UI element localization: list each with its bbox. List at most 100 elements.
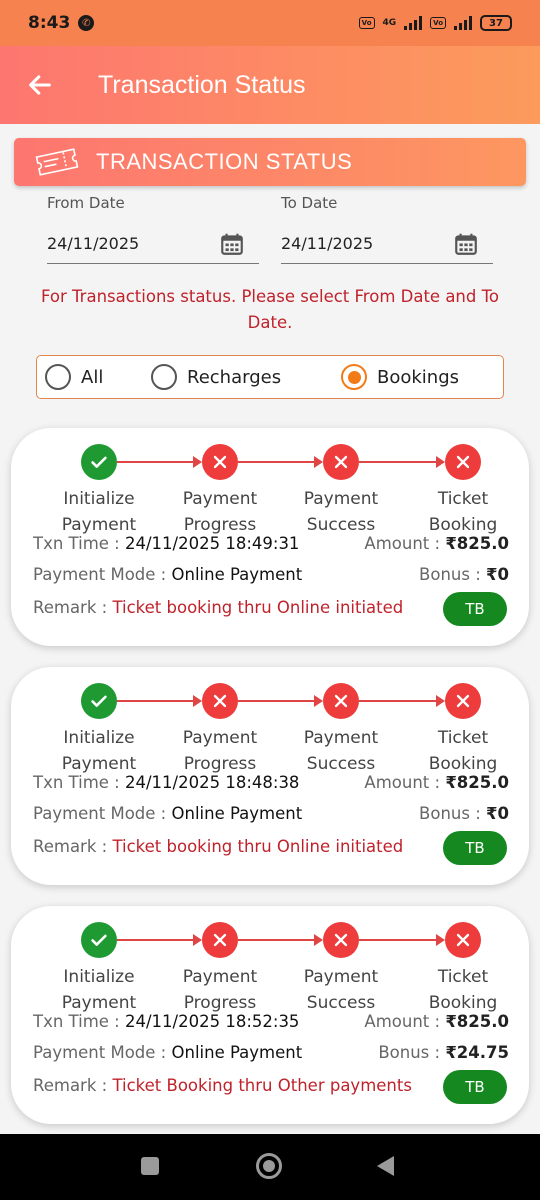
battery-icon: 37 (480, 15, 512, 31)
step-label: Payment Success (281, 486, 401, 538)
txn-time-label: Txn Time : (33, 773, 120, 792)
radio-circle[interactable] (151, 364, 177, 390)
bonus-value: ₹0 (486, 804, 509, 823)
progress-step: Payment Progress (160, 444, 280, 538)
amount-value: ₹825.0 (445, 1012, 509, 1031)
back-nav-button[interactable] (374, 1154, 396, 1178)
step-label: Payment Success (281, 725, 401, 777)
step-status-icon (445, 444, 481, 480)
step-status-icon (202, 922, 238, 958)
tb-badge-button[interactable]: TB (443, 1070, 507, 1104)
cross-icon (456, 455, 470, 469)
step-status-icon (323, 683, 359, 719)
step-status-icon (323, 444, 359, 480)
step-status-icon (81, 922, 117, 958)
progress-step: Payment Success (281, 444, 401, 538)
progress-step: Ticket Booking (403, 444, 523, 538)
volte-icon: Vo (358, 17, 375, 29)
from-date-field[interactable]: From Date 24/11/2025 (47, 190, 259, 264)
step-label: Ticket Booking (403, 486, 523, 538)
step-status-icon (445, 683, 481, 719)
remark-label: Remark : (33, 1076, 108, 1095)
step-label-line: Payment (303, 967, 379, 987)
progress-step: Ticket Booking (403, 922, 523, 1016)
to-date-label: To Date (281, 194, 338, 212)
step-status-icon (202, 444, 238, 480)
progress-step: Initialize Payment (39, 683, 159, 777)
step-label: Initialize Payment (39, 964, 159, 1016)
radio-recharges[interactable]: Recharges (151, 364, 281, 390)
payment-mode-label: Payment Mode : (33, 565, 167, 584)
txn-row-1: Txn Time : 24/11/2025 18:52:35 Amount : ₹… (33, 1012, 509, 1031)
cross-icon (213, 933, 227, 947)
step-status-icon (81, 444, 117, 480)
status-time: 8:43 (28, 13, 71, 33)
page-title: Transaction Status (98, 70, 306, 99)
signal-icon (404, 16, 423, 30)
circle-icon (256, 1153, 282, 1179)
amount-label: Amount : (364, 1012, 441, 1031)
step-label-line: Initialize (63, 489, 135, 509)
bonus-label: Bonus : (378, 1043, 441, 1062)
step-label-line: Payment (303, 489, 379, 509)
signal-icon-2 (454, 16, 472, 30)
status-bar: 8:43 ✆ Vo 4G Vo 37 (0, 0, 540, 46)
cross-icon (334, 455, 348, 469)
step-label-line: Initialize (63, 728, 135, 748)
transaction-card[interactable]: Initialize Payment Payment Progress Payment S… (11, 906, 529, 1124)
progress-step: Payment Progress (160, 683, 280, 777)
step-label-line: Ticket (437, 967, 489, 987)
radio-circle-selected[interactable] (341, 364, 367, 390)
step-status-icon (202, 683, 238, 719)
calendar-icon[interactable] (453, 231, 479, 257)
amount-value: ₹825.0 (445, 534, 509, 553)
bonus-value: ₹24.75 (445, 1043, 509, 1062)
tb-badge-button[interactable]: TB (443, 592, 507, 626)
txn-time-label: Txn Time : (33, 534, 120, 553)
step-label: Ticket Booking (403, 725, 523, 777)
step-label: Initialize Payment (39, 486, 159, 538)
step-label: Initialize Payment (39, 725, 159, 777)
transaction-card[interactable]: Initialize Payment Payment Progress Payment S… (11, 667, 529, 885)
check-icon (91, 695, 107, 707)
remark-value: Ticket Booking thru Other payments (112, 1076, 412, 1095)
network-type: 4G (382, 18, 397, 28)
radio-label: Bookings (377, 366, 460, 388)
cross-icon (456, 694, 470, 708)
date-hint: For Transactions status. Please select F… (41, 287, 499, 332)
system-nav-bar (0, 1134, 540, 1200)
txn-row-3: Remark : Ticket booking thru Online init… (33, 598, 433, 617)
progress-steps: Initialize Payment Payment Progress Payment S… (11, 683, 529, 783)
radio-bookings[interactable]: Bookings (341, 364, 459, 390)
recents-button[interactable] (140, 1156, 160, 1176)
filter-radio-group: All Recharges Bookings (36, 355, 504, 399)
txn-row-3: Remark : Ticket Booking thru Other payme… (33, 1076, 433, 1095)
radio-all[interactable]: All (45, 364, 103, 390)
from-date-value: 24/11/2025 (47, 234, 140, 253)
radio-label: Recharges (187, 366, 282, 388)
progress-step: Initialize Payment (39, 922, 159, 1016)
remark-label: Remark : (33, 598, 108, 617)
check-icon (91, 934, 107, 946)
to-date-field[interactable]: To Date 24/11/2025 (281, 190, 493, 264)
call-icon: ✆ (78, 15, 95, 31)
app-bar: Transaction Status (0, 46, 540, 124)
calendar-icon[interactable] (219, 231, 245, 257)
txn-time-value: 24/11/2025 18:49:31 (124, 534, 300, 553)
section-title: TRANSACTION STATUS (96, 149, 353, 174)
step-status-icon (323, 922, 359, 958)
tb-badge-button[interactable]: TB (443, 831, 507, 865)
home-button[interactable] (255, 1152, 283, 1180)
section-header: TRANSACTION STATUS (14, 138, 526, 186)
back-button[interactable] (10, 55, 70, 115)
transaction-card[interactable]: Initialize Payment Payment Progress Payment S… (11, 428, 529, 646)
step-label: Payment Progress (160, 725, 280, 777)
step-status-icon (81, 683, 117, 719)
step-label: Ticket Booking (403, 964, 523, 1016)
amount-label: Amount : (364, 534, 441, 553)
step-label-line: Payment (182, 967, 258, 987)
radio-circle[interactable] (45, 364, 71, 390)
step-label-line: Initialize (63, 967, 135, 987)
payment-mode-value: Online Payment (171, 804, 303, 823)
progress-step: Initialize Payment (39, 444, 159, 538)
